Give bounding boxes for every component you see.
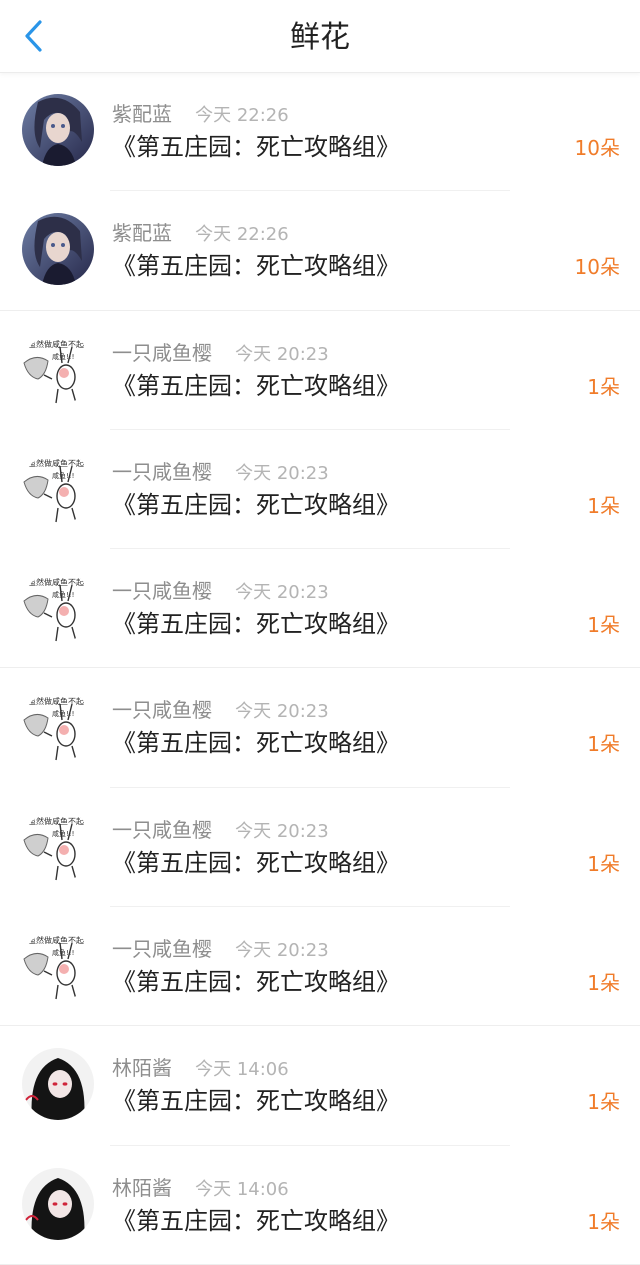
flower-count: 1朵 <box>587 851 620 876</box>
username[interactable]: 林陌酱 <box>112 1176 172 1200</box>
avatar[interactable]: 虽然做咸鱼不起 咸鱼!!! <box>22 929 94 1002</box>
record-meta: 紫配蓝 今天 22:26 <box>112 217 289 245</box>
timestamp: 今天 20:23 <box>235 582 329 604</box>
list-item[interactable]: 紫配蓝 今天 22:26 《第五庄园：死亡攻略组》 10朵 <box>0 191 640 311</box>
avatar[interactable]: 虽然做咸鱼不起 咸鱼!!! <box>22 690 94 763</box>
flower-count: 10朵 <box>574 136 620 160</box>
timestamp: 今天 20:23 <box>235 701 329 723</box>
record-meta: 一只咸鱼樱 今天 20:23 <box>112 456 329 484</box>
flower-count: 1朵 <box>587 374 620 399</box>
username[interactable]: 一只咸鱼樱 <box>112 818 212 842</box>
record-meta: 一只咸鱼樱 今天 20:23 <box>112 933 329 961</box>
timestamp: 今天 14:06 <box>195 1178 289 1200</box>
avatar[interactable]: 虽然做咸鱼不起 咸鱼!!! <box>22 571 94 644</box>
list-item[interactable]: 林陌酱 今天 14:06 《第五庄园：死亡攻略组》 1朵 <box>0 1026 640 1146</box>
flower-count: 1朵 <box>587 1209 620 1234</box>
svg-text:虽然做咸鱼不起: 虽然做咸鱼不起 <box>28 339 84 349</box>
record-meta: 林陌酱 今天 14:06 <box>112 1172 289 1200</box>
book-title[interactable]: 《第五庄园：死亡攻略组》 <box>112 846 400 880</box>
username[interactable]: 一只咸鱼樱 <box>112 698 212 722</box>
record-meta: 一只咸鱼樱 今天 20:23 <box>112 337 329 365</box>
svg-text:虽然做咸鱼不起: 虽然做咸鱼不起 <box>28 935 84 945</box>
avatar[interactable] <box>22 213 94 286</box>
flower-count: 1朵 <box>587 493 620 518</box>
username[interactable]: 紫配蓝 <box>112 102 172 126</box>
avatar[interactable] <box>22 94 94 166</box>
svg-text:虽然做咸鱼不起: 虽然做咸鱼不起 <box>28 458 84 468</box>
list-item[interactable]: 紫配蓝 今天 22:26 《第五庄园：死亡攻略组》 10朵 <box>0 72 640 192</box>
username[interactable]: 一只咸鱼樱 <box>112 460 212 484</box>
svg-text:虽然做咸鱼不起: 虽然做咸鱼不起 <box>28 577 84 587</box>
record-meta: 一只咸鱼樱 今天 20:23 <box>112 575 329 603</box>
book-title[interactable]: 《第五庄园：死亡攻略组》 <box>112 488 400 522</box>
flower-count: 1朵 <box>587 971 620 996</box>
record-meta: 一只咸鱼樱 今天 20:23 <box>112 814 329 842</box>
flower-count: 1朵 <box>587 613 620 638</box>
book-title[interactable]: 《第五庄园：死亡攻略组》 <box>112 965 400 999</box>
avatar[interactable] <box>22 1048 94 1121</box>
avatar[interactable] <box>22 1167 94 1240</box>
avatar[interactable]: 虽然做咸鱼不起 咸鱼!!! <box>22 332 94 405</box>
page-title: 鲜花 <box>290 20 350 55</box>
list-item[interactable]: 虽然做咸鱼不起 咸鱼!!! 一只咸鱼樱 今天 20:23 《第五庄园：死亡攻略组… <box>0 311 640 430</box>
username[interactable]: 紫配蓝 <box>112 221 172 245</box>
list-item[interactable]: 虽然做咸鱼不起 咸鱼!!! 一只咸鱼樱 今天 20:23 《第五庄园：死亡攻略组… <box>0 668 640 788</box>
timestamp: 今天 20:23 <box>235 940 329 962</box>
svg-text:虽然做咸鱼不起: 虽然做咸鱼不起 <box>28 696 84 706</box>
username[interactable]: 林陌酱 <box>112 1056 172 1080</box>
timestamp: 今天 20:23 <box>235 820 329 842</box>
svg-text:虽然做咸鱼不起: 虽然做咸鱼不起 <box>28 816 84 826</box>
book-title[interactable]: 《第五庄园：死亡攻略组》 <box>112 1084 400 1118</box>
book-title[interactable]: 《第五庄园：死亡攻略组》 <box>112 1204 400 1238</box>
record-meta: 一只咸鱼樱 今天 20:23 <box>112 694 329 722</box>
avatar[interactable]: 虽然做咸鱼不起 咸鱼!!! <box>22 809 94 882</box>
top-bar: 鲜花 <box>0 0 640 73</box>
timestamp: 今天 22:26 <box>195 105 289 126</box>
username[interactable]: 一只咸鱼樱 <box>112 341 212 365</box>
book-title[interactable]: 《第五庄园：死亡攻略组》 <box>112 249 400 283</box>
flower-record-list: 紫配蓝 今天 22:26 《第五庄园：死亡攻略组》 10朵 紫配蓝 今天 22:… <box>0 72 640 1265</box>
book-title[interactable]: 《第五庄园：死亡攻略组》 <box>112 607 400 641</box>
flower-count: 1朵 <box>587 1090 620 1115</box>
flower-count: 10朵 <box>574 255 620 280</box>
record-meta: 紫配蓝 今天 22:26 <box>112 98 289 126</box>
book-title[interactable]: 《第五庄园：死亡攻略组》 <box>112 369 400 403</box>
book-title[interactable]: 《第五庄园：死亡攻略组》 <box>112 726 400 760</box>
avatar[interactable]: 虽然做咸鱼不起 咸鱼!!! <box>22 451 94 524</box>
list-item[interactable]: 虽然做咸鱼不起 咸鱼!!! 一只咸鱼樱 今天 20:23 《第五庄园：死亡攻略组… <box>0 430 640 550</box>
timestamp: 今天 22:26 <box>195 224 289 246</box>
timestamp: 今天 20:23 <box>235 462 329 484</box>
timestamp: 今天 14:06 <box>195 1059 289 1081</box>
record-meta: 林陌酱 今天 14:06 <box>112 1052 289 1080</box>
flower-count: 1朵 <box>587 732 620 757</box>
timestamp: 今天 20:23 <box>235 343 329 365</box>
list-item[interactable]: 林陌酱 今天 14:06 《第五庄园：死亡攻略组》 1朵 <box>0 1146 640 1265</box>
book-title[interactable]: 《第五庄园：死亡攻略组》 <box>112 130 400 164</box>
username[interactable]: 一只咸鱼樱 <box>112 937 212 961</box>
list-item[interactable]: 虽然做咸鱼不起 咸鱼!!! 一只咸鱼樱 今天 20:23 《第五庄园：死亡攻略组… <box>0 907 640 1027</box>
list-item[interactable]: 虽然做咸鱼不起 咸鱼!!! 一只咸鱼樱 今天 20:23 《第五庄园：死亡攻略组… <box>0 788 640 908</box>
username[interactable]: 一只咸鱼樱 <box>112 579 212 603</box>
list-item[interactable]: 虽然做咸鱼不起 咸鱼!!! 一只咸鱼樱 今天 20:23 《第五庄园：死亡攻略组… <box>0 549 640 669</box>
